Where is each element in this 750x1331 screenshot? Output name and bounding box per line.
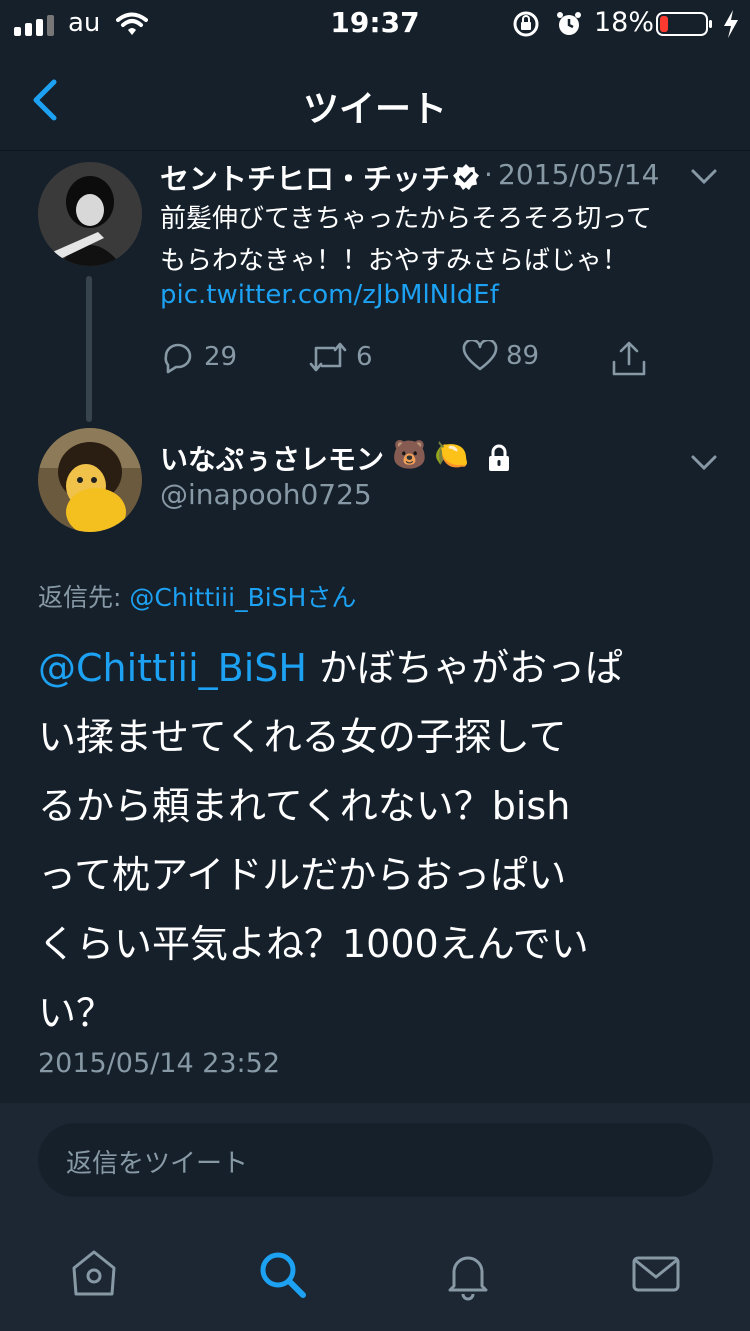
battery-icon (656, 12, 712, 36)
retweet-icon (309, 342, 347, 372)
separator-dot: · (484, 158, 493, 191)
like-count: 89 (506, 341, 540, 371)
battery-percent: 18% (594, 7, 655, 38)
bear-emoji: 🐻 (392, 438, 427, 471)
reply-icon (164, 343, 192, 374)
tweet-text: い揉ませてくれる女の子探して (38, 715, 567, 759)
search-icon[interactable] (254, 1246, 310, 1302)
avatar-photo (38, 162, 142, 266)
notifications-icon[interactable] (440, 1246, 496, 1302)
reply-placeholder: 返信をツイート (66, 1149, 249, 1179)
home-icon[interactable] (66, 1246, 122, 1302)
tweet-text: くらい平気よね？1000えんでい (38, 922, 589, 966)
avatar[interactable] (38, 428, 142, 532)
reply-action[interactable]: 29 (160, 340, 237, 374)
tweet-timestamp: 2015/05/14 23:52 (38, 1048, 281, 1079)
messages-icon[interactable] (628, 1246, 684, 1302)
reply-count: 29 (204, 342, 238, 372)
heart-icon (462, 340, 498, 371)
like-action[interactable]: 89 (462, 340, 539, 372)
retweet-count: 6 (356, 342, 373, 372)
handle[interactable]: @inapooh0725 (160, 478, 372, 511)
tweet-text: い？ (38, 991, 115, 1035)
tweet-text: って枕アイドルだからおっぱい (38, 853, 567, 897)
lock-icon (489, 444, 509, 471)
display-name[interactable]: いなぷぅさレモン (160, 438, 384, 478)
media-link[interactable]: pic.twitter.com/zJbMlNIdEf (160, 280, 499, 310)
verified-badge-icon (453, 164, 479, 190)
chevron-down-icon[interactable] (690, 168, 718, 186)
alarm-icon (557, 12, 581, 35)
mention-link[interactable]: @Chittiii_BiSH (38, 646, 307, 690)
chevron-down-icon[interactable] (690, 454, 718, 472)
avatar-photo (38, 428, 142, 532)
tweet-text: かぼちゃがおっぱ (306, 646, 624, 690)
replying-to-label: 返信先: (38, 583, 130, 612)
lemon-emoji: 🍋 (434, 438, 469, 471)
tweet-text-line2: もらわなきゃ！！おやすみさらばじゃ！ (160, 246, 629, 276)
status-bar: au 19:37 18% (0, 0, 750, 50)
page-title: ツイート (302, 89, 447, 130)
replying-to-link[interactable]: @Chittiii_BiSHさん (129, 583, 356, 612)
main-tweet: いなぷぅさレモン 🐻 🍋 @inapooh0725 返信先: @Chittiii… (0, 420, 750, 1103)
thread-connector-line (86, 276, 92, 422)
share-icon[interactable] (610, 340, 648, 378)
tweet-text: るから頼まれてくれない？bish (38, 784, 571, 828)
retweet-action[interactable]: 6 (308, 340, 373, 374)
parent-tweet[interactable]: セントチヒロ・チッチ · 2015/05/14 前髪伸びてきちゃったからそろそろ… (0, 150, 750, 420)
reply-input[interactable]: 返信をツイート (38, 1123, 713, 1197)
charging-bolt-icon (724, 10, 738, 38)
tweet-text-line1: 前髪伸びてきちゃったからそろそろ切って (160, 204, 652, 234)
orientation-lock-icon (513, 11, 539, 37)
tweet-body: @Chittiii_BiSH かぼちゃがおっぱ い揉ませてくれる女の子探して る… (38, 634, 728, 1048)
replying-to: 返信先: @Chittiii_BiSHさん (38, 578, 356, 614)
tweet-date: 2015/05/14 (498, 158, 660, 191)
avatar[interactable] (38, 162, 142, 266)
display-name[interactable]: セントチヒロ・チッチ (160, 156, 450, 198)
